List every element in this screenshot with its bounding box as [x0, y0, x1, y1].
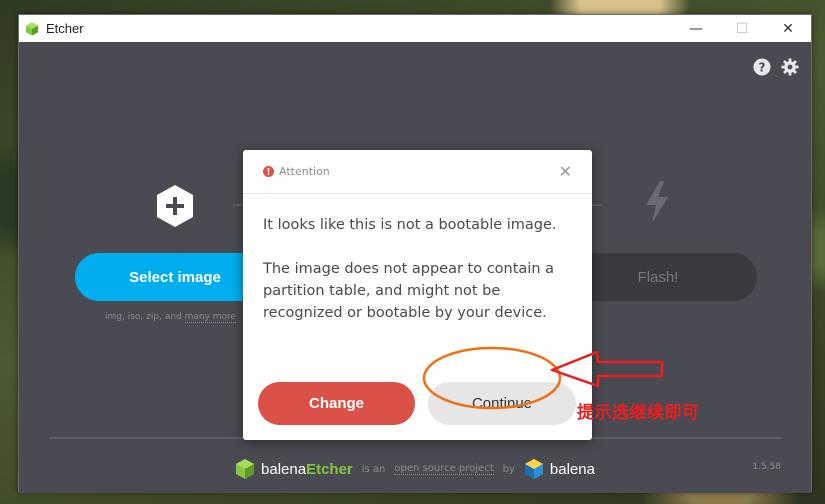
attention-icon	[263, 166, 274, 177]
dialog-body: It looks like this is not a bootable ima…	[243, 194, 592, 324]
attention-dialog: Attention ✕ It looks like this is not a …	[243, 150, 592, 440]
etcher-logo-icon	[26, 22, 38, 35]
dialog-header: Attention ✕	[243, 150, 592, 194]
dialog-message-2: The image does not appear to contain a p…	[263, 261, 555, 321]
dialog-close-button[interactable]: ✕	[559, 162, 572, 181]
dialog-title: Attention	[279, 165, 330, 178]
continue-button[interactable]: Continue	[428, 382, 576, 425]
minimize-button[interactable]: —	[673, 15, 719, 42]
title-bar[interactable]: Etcher — ☐ ✕	[19, 15, 811, 42]
window-title: Etcher	[46, 21, 84, 36]
change-button[interactable]: Change	[258, 382, 415, 425]
annotation-text: 提示选继续即可	[577, 403, 700, 423]
modal-overlay: Attention ✕ It looks like this is not a …	[19, 42, 811, 493]
maximize-button[interactable]: ☐	[719, 15, 765, 42]
dialog-message-1: It looks like this is not a bootable ima…	[263, 217, 557, 233]
close-window-button[interactable]: ✕	[765, 15, 811, 42]
